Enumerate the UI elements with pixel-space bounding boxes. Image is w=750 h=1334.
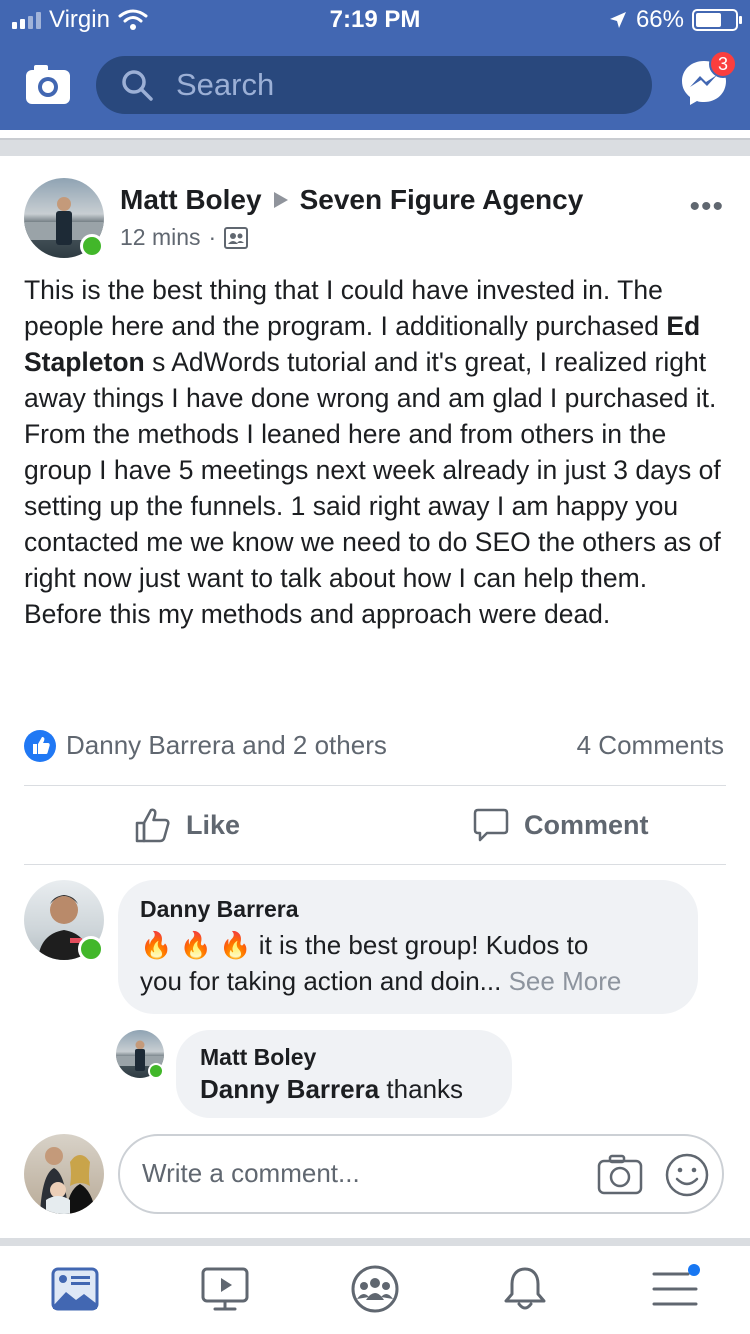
- groups-icon[interactable]: [350, 1264, 400, 1314]
- location-arrow-icon: [609, 12, 626, 28]
- see-more-link[interactable]: See More: [509, 966, 622, 996]
- post-author-line: Matt Boley Seven Figure Agency: [120, 184, 583, 216]
- thumbs-up-icon: [135, 808, 170, 843]
- tabbar-divider: [0, 1238, 750, 1246]
- camera-icon[interactable]: [24, 62, 72, 106]
- triangle-right-icon: [273, 192, 288, 208]
- reply-text-body: thanks: [379, 1074, 464, 1104]
- post-actions: Like Comment: [0, 786, 750, 864]
- avatar[interactable]: [24, 1134, 104, 1214]
- comment-button[interactable]: Comment: [472, 806, 649, 844]
- messenger-button[interactable]: 3: [679, 50, 737, 108]
- comment-bubble[interactable]: Danny Barrera 🔥 🔥 🔥 it is the best group…: [118, 880, 698, 1014]
- battery-icon: [692, 9, 742, 31]
- comments-count[interactable]: 4 Comments: [577, 730, 724, 761]
- notifications-icon[interactable]: [500, 1264, 550, 1314]
- watch-icon[interactable]: [200, 1264, 250, 1314]
- fire-emoji: 🔥 🔥 🔥: [140, 930, 252, 960]
- menu-icon[interactable]: [650, 1264, 700, 1314]
- news-feed-icon[interactable]: [50, 1264, 100, 1314]
- comment-text: 🔥 🔥 🔥 it is the best group! Kudos to you…: [140, 927, 676, 999]
- post-author[interactable]: Matt Boley: [120, 184, 262, 216]
- post-body: This is the best thing that I could have…: [24, 272, 724, 632]
- top-bar: Virgin 7:19 PM 66% Search 3: [0, 0, 750, 130]
- group-audience-icon: [224, 226, 249, 249]
- online-indicator: [78, 936, 104, 962]
- meta-separator: ·: [208, 224, 217, 250]
- bottom-tab-bar: [0, 1246, 750, 1334]
- post-group[interactable]: Seven Figure Agency: [300, 184, 584, 216]
- emoji-icon[interactable]: [664, 1152, 710, 1198]
- search-input[interactable]: Search: [96, 56, 652, 114]
- reply-mention[interactable]: Danny Barrera: [200, 1074, 379, 1104]
- camera-icon[interactable]: [596, 1152, 644, 1196]
- comment-bubble-icon: [473, 808, 509, 842]
- comment-text-line-1: it is the best group! Kudos to: [251, 930, 589, 960]
- comment-text-line-2: you for taking action and doin...: [140, 966, 502, 996]
- like-label: Like: [186, 809, 241, 840]
- comment-label: Comment: [524, 809, 649, 840]
- like-button[interactable]: Like: [134, 806, 240, 844]
- reply-author[interactable]: Matt Boley: [200, 1044, 488, 1071]
- divider: [24, 864, 726, 865]
- post-header: Matt Boley Seven Figure Agency 12 mins ·…: [24, 178, 724, 262]
- battery-percent: 66%: [635, 6, 684, 33]
- comment-input[interactable]: Write a comment...: [118, 1134, 724, 1214]
- comment-author[interactable]: Danny Barrera: [140, 896, 676, 923]
- reactions-row[interactable]: Danny Barrera and 2 others 4 Comments: [24, 728, 724, 764]
- more-options-icon[interactable]: •••: [689, 190, 724, 224]
- comment-input-placeholder: Write a comment...: [142, 1158, 360, 1188]
- feed-divider: [0, 138, 750, 156]
- reply-text: Danny Barrera thanks: [200, 1071, 488, 1107]
- post-time[interactable]: 12 mins: [120, 224, 201, 251]
- messenger-badge: 3: [709, 50, 737, 78]
- search-icon: [122, 70, 153, 101]
- online-indicator: [148, 1063, 164, 1079]
- post-text-part-2: s AdWords tutorial and it's great, I rea…: [24, 347, 721, 629]
- post-meta: 12 mins ·: [120, 224, 249, 251]
- post-text-part-1: This is the best thing that I could have…: [24, 275, 667, 341]
- search-placeholder: Search: [176, 67, 275, 102]
- status-bar: Virgin 7:19 PM 66%: [0, 0, 750, 40]
- online-indicator: [80, 234, 104, 258]
- reply-bubble[interactable]: Matt Boley Danny Barrera thanks: [176, 1030, 512, 1118]
- like-reaction-icon: [24, 730, 56, 762]
- reactions-summary[interactable]: Danny Barrera and 2 others: [66, 730, 387, 761]
